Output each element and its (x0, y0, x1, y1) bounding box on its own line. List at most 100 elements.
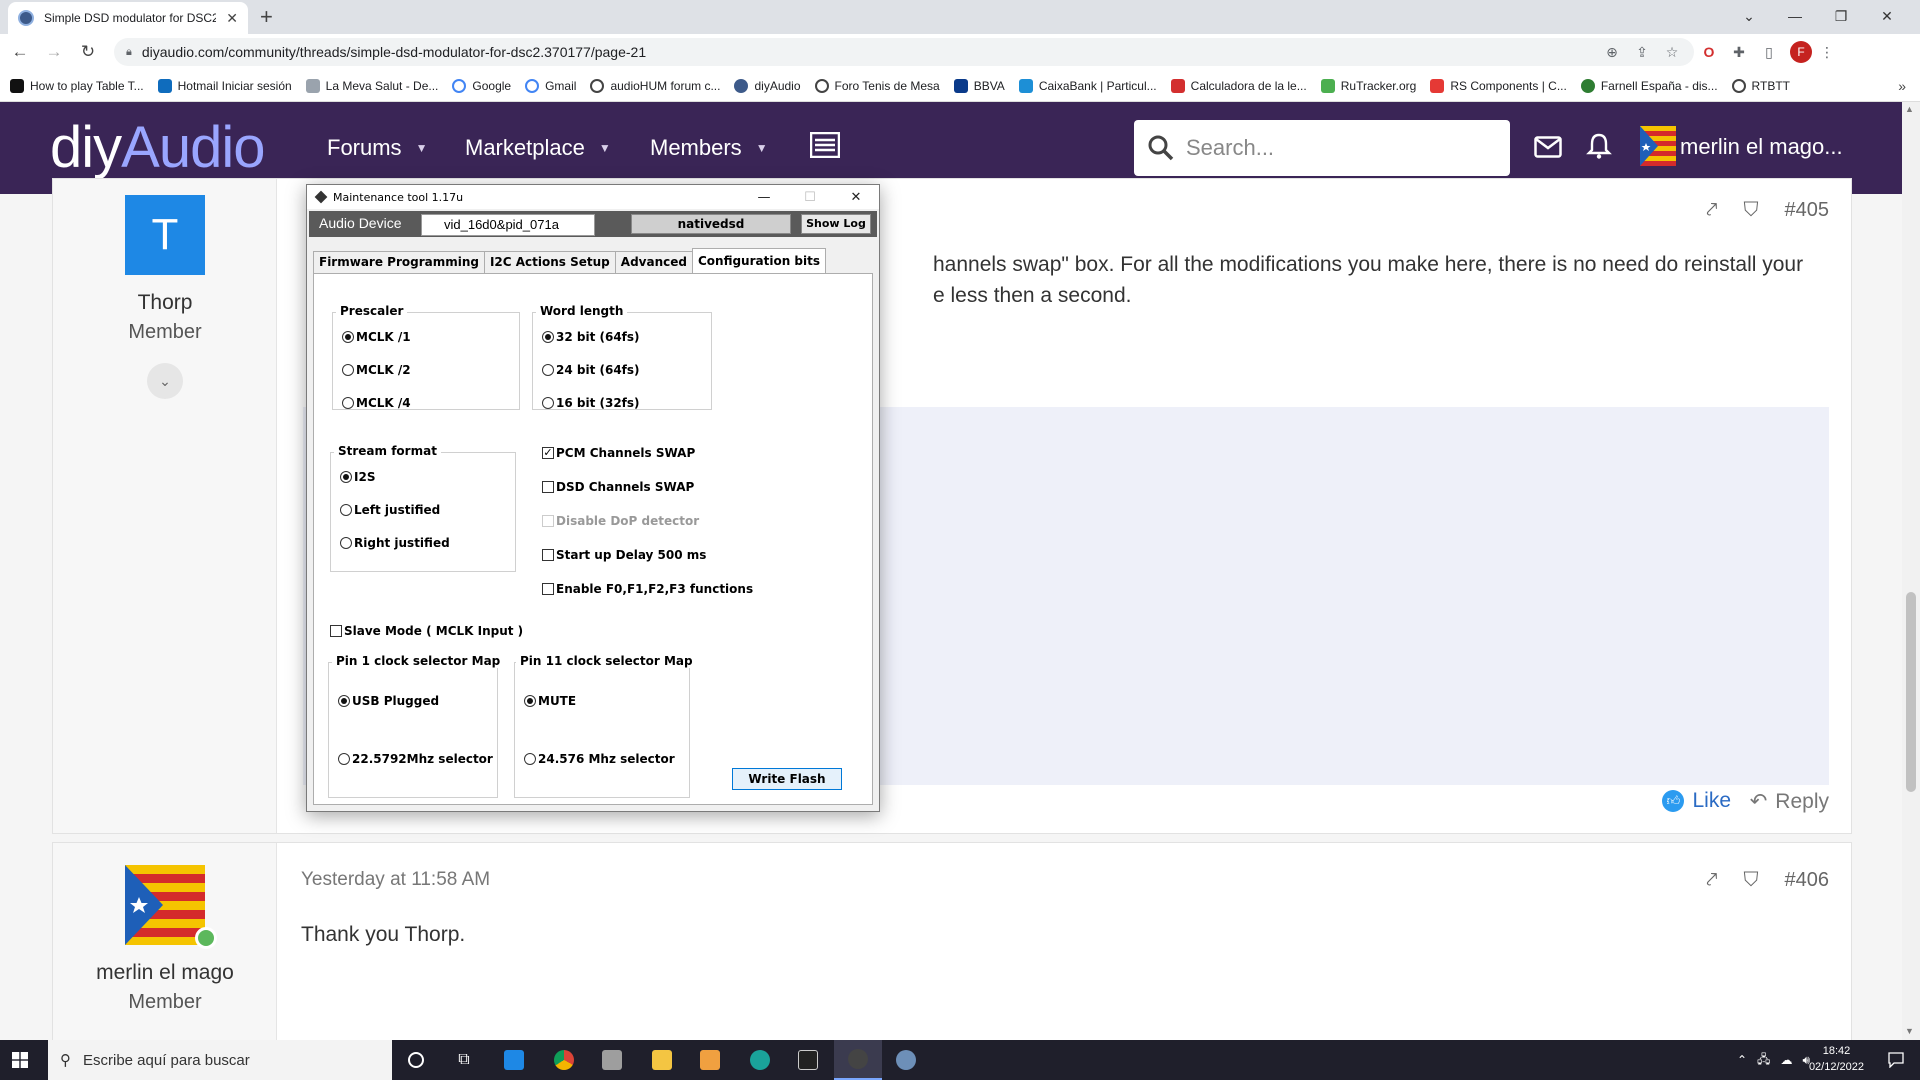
nav-members[interactable]: Members ▼ (650, 134, 768, 162)
zoom-icon[interactable]: ⊕ (1602, 44, 1622, 61)
bookmark-item[interactable]: RS Components | C... (1430, 78, 1567, 93)
notepad-app-icon[interactable] (686, 1040, 734, 1080)
close-tab-icon[interactable]: ✕ (226, 10, 238, 27)
tab-configuration-bits[interactable]: Configuration bits (691, 248, 827, 273)
user-avatar-flag[interactable] (1640, 126, 1676, 166)
browser-tab[interactable]: Simple DSD modulator for DSC2 ✕ (8, 2, 248, 34)
pcm-channels-swap-checkbox[interactable]: ✓ PCM Channels SWAP (542, 446, 695, 460)
forward-arrow-icon[interactable]: → (40, 42, 68, 62)
site-search-input[interactable]: Search... (1134, 120, 1510, 176)
post-date-link[interactable]: Yesterday at 11:58 AM (301, 869, 490, 891)
close-window-icon[interactable]: ✕ (1864, 2, 1910, 30)
bookmark-item[interactable]: Foro Tenis de Mesa (814, 78, 940, 93)
bookmark-item[interactable]: RuTracker.org (1320, 78, 1416, 93)
dsd-channels-swap-checkbox[interactable]: DSD Channels SWAP (542, 480, 694, 494)
pin1-usb-plugged-radio[interactable]: USB Plugged (338, 694, 439, 708)
bookmark-item[interactable]: Farnell España - dis... (1580, 78, 1718, 93)
stream-format-right-justified-radio[interactable]: Right justified (340, 536, 450, 550)
7zip-app-icon[interactable] (784, 1040, 832, 1080)
bookmark-item[interactable]: RTBTT (1731, 78, 1790, 93)
share-icon[interactable]: ⤤ (1706, 199, 1717, 222)
tab-advanced[interactable]: Advanced (614, 251, 693, 273)
minimize-icon[interactable]: — (1772, 2, 1818, 30)
url-text[interactable]: diyaudio.com/community/threads/simple-ds… (142, 44, 1592, 60)
caret-down-icon[interactable]: ▼ (599, 134, 611, 162)
network-icon[interactable]: 🖧︎ (1757, 1050, 1770, 1071)
slave-mode-checkbox[interactable]: Slave Mode ( MCLK Input ) (330, 624, 523, 638)
bookmark-item[interactable]: diyAudio (734, 78, 801, 93)
side-panel-icon[interactable]: ▯ (1754, 44, 1784, 61)
avatar[interactable] (125, 865, 205, 945)
bookmark-item[interactable]: Hotmail Iniciar sesión (157, 78, 292, 93)
post-author-name[interactable]: merlin el mago (53, 961, 277, 985)
like-button[interactable]: 👍︎ Like (1662, 789, 1731, 813)
reply-button[interactable]: ↶ Reply (1750, 789, 1829, 814)
bookmark-icon[interactable]: ⛉ (1744, 199, 1759, 222)
prescaler-mclk-4-radio[interactable]: MCLK /4 (342, 396, 411, 410)
avatar[interactable]: T (125, 195, 205, 275)
bookmark-item[interactable]: CaixaBank | Particul... (1018, 78, 1157, 93)
user-name-link[interactable]: merlin el mago... (1680, 134, 1843, 160)
prescaler-mclk-1-radio[interactable]: MCLK /1 (342, 330, 411, 344)
new-tab-button[interactable]: + (260, 5, 273, 29)
bookmark-item[interactable]: Google (452, 78, 511, 93)
caret-down-icon[interactable]: ▼ (416, 134, 428, 162)
whats-new-list-icon[interactable] (810, 132, 840, 158)
caret-down-icon[interactable]: ▼ (756, 134, 768, 162)
profile-avatar[interactable]: F (1790, 41, 1812, 63)
lock-icon[interactable]: 🔒︎ (126, 46, 132, 59)
app-icon[interactable] (588, 1040, 636, 1080)
scroll-down-arrow-icon[interactable]: ▼ (1905, 1026, 1914, 1036)
address-bar[interactable]: 🔒︎ diyaudio.com/community/threads/simple… (114, 38, 1694, 66)
task-view-icon[interactable]: ⧉ (440, 1040, 488, 1080)
reload-icon[interactable]: ↻ (74, 42, 102, 62)
file-explorer-icon[interactable] (638, 1040, 686, 1080)
site-logo[interactable]: diyAudio (50, 116, 266, 180)
expand-user-info-button[interactable]: ⌄ (147, 363, 183, 399)
word-length-24bit-radio[interactable]: 24 bit (64fs) (542, 363, 640, 377)
prescaler-mclk-2-radio[interactable]: MCLK /2 (342, 363, 411, 377)
chrome-menu-icon[interactable]: ⋮ (1812, 44, 1842, 61)
share-icon[interactable]: ⇪ (1632, 44, 1652, 61)
scrollbar-thumb[interactable] (1906, 592, 1916, 792)
show-log-button[interactable]: Show Log (801, 214, 871, 234)
stream-format-left-justified-radio[interactable]: Left justified (340, 503, 440, 517)
security-app-icon[interactable] (736, 1040, 784, 1080)
tab-firmware-programming[interactable]: Firmware Programming (313, 251, 485, 273)
stream-format-i2s-radio[interactable]: I2S (340, 470, 375, 484)
scroll-up-arrow-icon[interactable]: ▲ (1905, 104, 1914, 114)
bookmark-item[interactable]: audioHUM forum c... (590, 78, 720, 93)
tab-search-icon[interactable]: ⌄ (1726, 2, 1772, 30)
chevron-up-icon[interactable]: ⌃ (1737, 1053, 1747, 1067)
bookmark-icon[interactable]: ⛉ (1744, 869, 1759, 892)
pin11-mute-radio[interactable]: MUTE (524, 694, 576, 708)
nav-marketplace[interactable]: Marketplace ▼ (465, 134, 611, 162)
bookmark-item[interactable]: How to play Table T... (10, 78, 144, 93)
maintenance-tool-app-icon[interactable] (834, 1040, 882, 1080)
mail-icon[interactable] (1534, 136, 1562, 158)
chrome-app-icon[interactable] (540, 1040, 588, 1080)
notification-center-icon[interactable] (1888, 1052, 1904, 1068)
nav-forums[interactable]: Forums ▼ (327, 134, 427, 162)
restore-icon[interactable]: ❐ (1818, 2, 1864, 30)
minimize-icon[interactable]: — (741, 185, 787, 209)
store-app-icon[interactable] (490, 1040, 538, 1080)
tab-i2c-actions-setup[interactable]: I2C Actions Setup (483, 251, 616, 273)
back-arrow-icon[interactable]: ← (6, 42, 34, 62)
startup-delay-checkbox[interactable]: Start up Delay 500 ms (542, 548, 706, 562)
enable-f-functions-checkbox[interactable]: Enable F0,F1,F2,F3 functions (542, 582, 753, 596)
bookmark-item[interactable]: Gmail (525, 78, 576, 93)
word-length-16bit-radio[interactable]: 16 bit (32fs) (542, 396, 640, 410)
taskbar-search-input[interactable]: ⚲ Escribe aquí para buscar (48, 1040, 392, 1080)
bookmark-star-icon[interactable]: ☆ (1662, 44, 1682, 61)
opera-extension-icon[interactable]: O (1694, 44, 1724, 60)
bookmark-item[interactable]: La Meva Salut - De... (305, 78, 438, 93)
close-window-icon[interactable]: ✕ (833, 185, 879, 209)
pin1-22mhz-selector-radio[interactable]: 22.5792Mhz selector (338, 752, 493, 766)
cortana-icon[interactable] (392, 1040, 440, 1080)
bookmarks-overflow-icon[interactable]: » (1898, 78, 1906, 94)
page-scrollbar[interactable] (1902, 102, 1920, 1040)
taskbar-clock[interactable]: 18:42 02/12/2022 (1809, 1043, 1864, 1075)
word-length-32bit-radio[interactable]: 32 bit (64fs) (542, 330, 640, 344)
post-author-name[interactable]: Thorp (53, 291, 277, 315)
